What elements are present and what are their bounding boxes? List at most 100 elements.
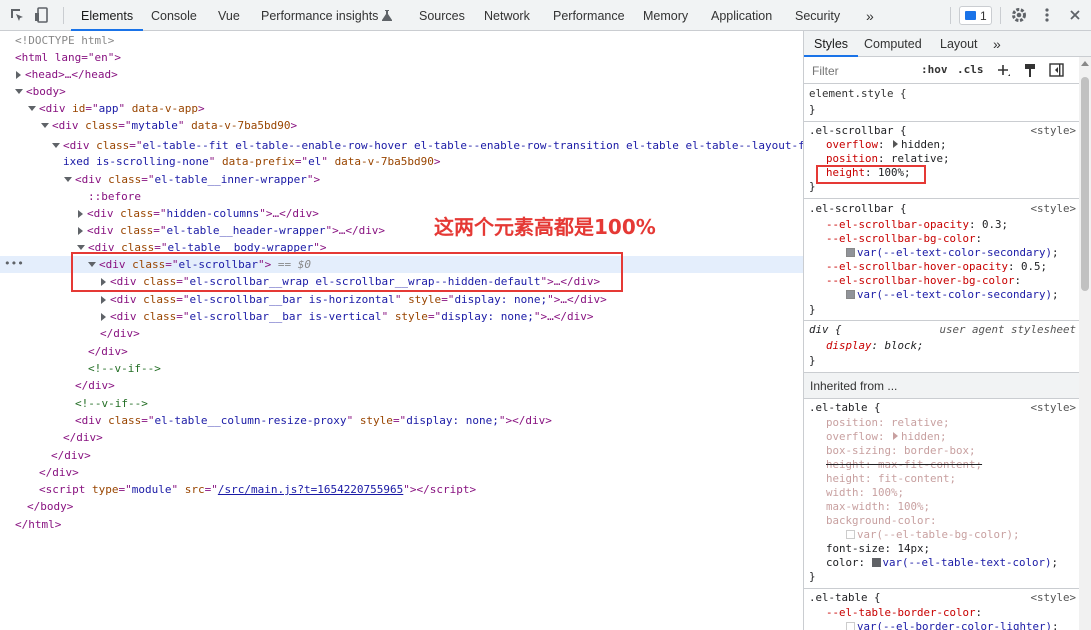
css-value-line[interactable]: var(--el-table-bg-color); [846,528,1020,542]
close-div[interactable]: </div> [63,429,103,446]
expand-arrow-icon[interactable] [78,226,83,235]
collapse-arrow-icon[interactable] [15,88,23,94]
rule-el-table[interactable]: .el-table { <style> position: relative; … [804,399,1080,589]
mytable-node[interactable]: <div class="mytable" data-v-7ba5bd90> [41,117,297,134]
css-declaration[interactable]: background-color: [826,514,937,528]
tab-elements[interactable]: Elements [71,0,144,31]
settings-icon[interactable] [1010,6,1028,24]
rule-origin[interactable]: <style> [1030,124,1076,137]
body-node[interactable]: <body> [15,83,66,100]
more-vert-icon[interactable] [1038,6,1056,24]
close-div[interactable]: </div> [88,343,128,360]
tab-styles[interactable]: Styles [804,31,859,57]
tab-sources[interactable]: Sources [419,0,465,30]
html-open-node[interactable]: <html lang="en"> [15,49,121,66]
tab-layout[interactable]: Layout [940,31,978,57]
css-declaration[interactable]: font-size: 14px; [826,542,930,556]
tab-performance-insights[interactable]: Performance insights [261,0,393,30]
css-declaration[interactable]: position: relative; [826,152,950,166]
expand-arrow-icon[interactable] [101,312,106,321]
expand-arrow-icon[interactable] [78,209,83,218]
rule-el-scrollbar-2[interactable]: .el-scrollbar { <style> --el-scrollbar-o… [804,199,1080,321]
more-sidebar-tabs[interactable]: » [993,31,1001,57]
scrollbar-bar-horizontal-node[interactable]: <div class="el-scrollbar__bar is-horizon… [100,291,607,308]
css-declaration[interactable]: overflow: hidden; [826,430,947,444]
rule-el-table-vars[interactable]: .el-table { <style> --el-table-border-co… [804,589,1080,630]
css-declaration[interactable]: color: var(--el-table-text-color); [826,556,1058,570]
inspect-icon[interactable] [8,6,26,24]
collapse-arrow-icon[interactable] [77,244,85,250]
tab-security[interactable]: Security [795,0,840,30]
close-div[interactable]: </div> [39,464,79,481]
tab-memory[interactable]: Memory [643,0,688,30]
tab-vue[interactable]: Vue [218,0,240,30]
collapse-arrow-icon[interactable] [64,176,72,182]
css-declaration[interactable]: display: block; [826,339,924,353]
css-value-line[interactable]: var(--el-text-color-secondary); [846,246,1059,260]
css-declaration[interactable]: width: 100%; [826,486,904,500]
expand-arrow-icon[interactable] [16,70,21,79]
css-declaration[interactable]: box-sizing: border-box; [826,444,976,458]
close-div[interactable]: </div> [100,325,140,342]
css-declaration[interactable]: max-width: 100%; [826,500,930,514]
tab-computed[interactable]: Computed [864,31,922,57]
css-value-line[interactable]: var(--el-border-color-lighter); [846,620,1059,630]
collapse-arrow-icon[interactable] [28,105,36,111]
collapse-arrow-icon[interactable] [52,142,60,148]
app-node[interactable]: <div id="app" data-v-app> [28,100,205,117]
element-style-section[interactable]: element.style { } [804,84,1080,122]
eltable-node-cont[interactable]: ixed is-scrolling-none" data-prefix="el"… [63,153,441,170]
css-declaration[interactable]: --el-scrollbar-opacity: 0.3; [826,218,1008,232]
css-declaration[interactable]: --el-scrollbar-hover-opacity: 0.5; [826,260,1047,274]
expand-arrow-icon[interactable] [101,295,106,304]
eltable-node[interactable]: <div class="el-table--fit el-table--enab… [52,137,803,154]
styles-scrollbar[interactable] [1079,57,1091,630]
css-declaration[interactable]: --el-scrollbar-bg-color: [826,232,982,246]
node-actions-dots[interactable]: ••• [4,257,24,270]
rule-origin[interactable]: <style> [1030,202,1076,215]
color-swatch[interactable] [846,530,855,539]
close-icon[interactable] [1066,6,1084,24]
sidebar-toggle-icon[interactable] [1049,63,1064,77]
hov-toggle[interactable]: :hov [921,63,948,76]
css-declaration[interactable]: --el-scrollbar-hover-bg-color: [826,274,1021,288]
expand-shorthand-icon[interactable] [893,140,899,148]
more-tabs-button[interactable]: » [866,0,874,30]
inner-wrapper-node[interactable]: <div class="el-table__inner-wrapper"> [64,171,320,188]
issues-button[interactable]: 1 [959,6,992,25]
body-close-node[interactable]: </body> [27,498,73,515]
css-value-line[interactable]: var(--el-text-color-secondary); [846,288,1059,302]
rule-origin[interactable]: <style> [1030,401,1076,414]
tab-network[interactable]: Network [484,0,530,30]
elements-tree[interactable]: ••• <!DOCTYPE html> <html lang="en"> <he… [0,31,803,630]
doctype-node[interactable]: <!DOCTYPE html> [15,32,114,49]
collapse-arrow-icon[interactable] [41,122,49,128]
head-node[interactable]: <head>…</head> [15,66,118,83]
new-rule-icon[interactable] [997,64,1011,78]
cls-toggle[interactable]: .cls [957,63,984,76]
tab-performance[interactable]: Performance [553,0,625,30]
scrollbar-bar-vertical-node[interactable]: <div class="el-scrollbar__bar is-vertica… [100,308,594,325]
hidden-columns-node[interactable]: <div class="hidden-columns">…</div> [77,205,319,222]
rule-user-agent-div[interactable]: div { user agent stylesheet display: blo… [804,321,1080,373]
device-toggle-icon[interactable] [33,6,51,24]
header-wrapper-node[interactable]: <div class="el-table__header-wrapper">…<… [77,222,385,239]
css-declaration-overridden[interactable]: height: max-fit-content; [826,458,982,472]
scroll-up-icon[interactable] [1081,61,1089,66]
tab-console[interactable]: Console [151,0,197,30]
close-div[interactable]: </div> [51,447,91,464]
expand-shorthand-icon[interactable] [893,432,899,440]
styles-filter-input[interactable] [808,61,918,81]
rule-el-scrollbar-1[interactable]: .el-scrollbar { <style> overflow: hidden… [804,122,1080,199]
comment-node[interactable]: <!--v-if--> [88,360,161,377]
rule-origin[interactable]: <style> [1030,591,1076,604]
color-swatch[interactable] [846,290,855,299]
color-swatch[interactable] [846,248,855,257]
script-src-link[interactable]: /src/main.js?t=1654220755965 [218,483,403,496]
css-declaration[interactable]: height: fit-content; [826,472,956,486]
css-declaration[interactable]: overflow: hidden; [826,138,947,152]
color-swatch[interactable] [871,558,881,567]
close-div[interactable]: </div> [75,377,115,394]
comment-node[interactable]: <!--v-if--> [75,395,148,412]
color-swatch[interactable] [846,622,855,630]
